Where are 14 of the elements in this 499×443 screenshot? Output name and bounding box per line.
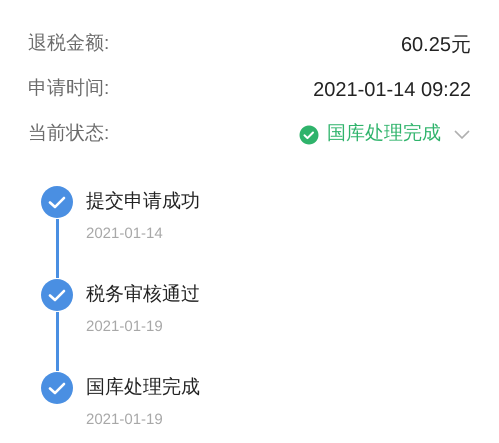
- step-date: 2021-01-19: [86, 318, 164, 336]
- field-value: 2021-01-14 09:22: [313, 78, 471, 102]
- step-title: 提交申请成功: [86, 190, 200, 214]
- field-label: 当前状态:: [28, 122, 110, 146]
- step-title: 税务审核通过: [86, 283, 200, 307]
- field-label: 退税金额:: [28, 32, 110, 56]
- field-value: 60.25元: [400, 32, 471, 58]
- status-value: 国库处理完成: [327, 122, 441, 146]
- step-date: 2021-01-14: [86, 225, 164, 243]
- check-circle-icon: [299, 124, 319, 144]
- step-date: 2021-01-19: [86, 411, 164, 429]
- chevron-down-icon: [453, 128, 471, 140]
- step-title: 国库处理完成: [86, 376, 200, 400]
- field-label: 申请时间:: [28, 77, 110, 102]
